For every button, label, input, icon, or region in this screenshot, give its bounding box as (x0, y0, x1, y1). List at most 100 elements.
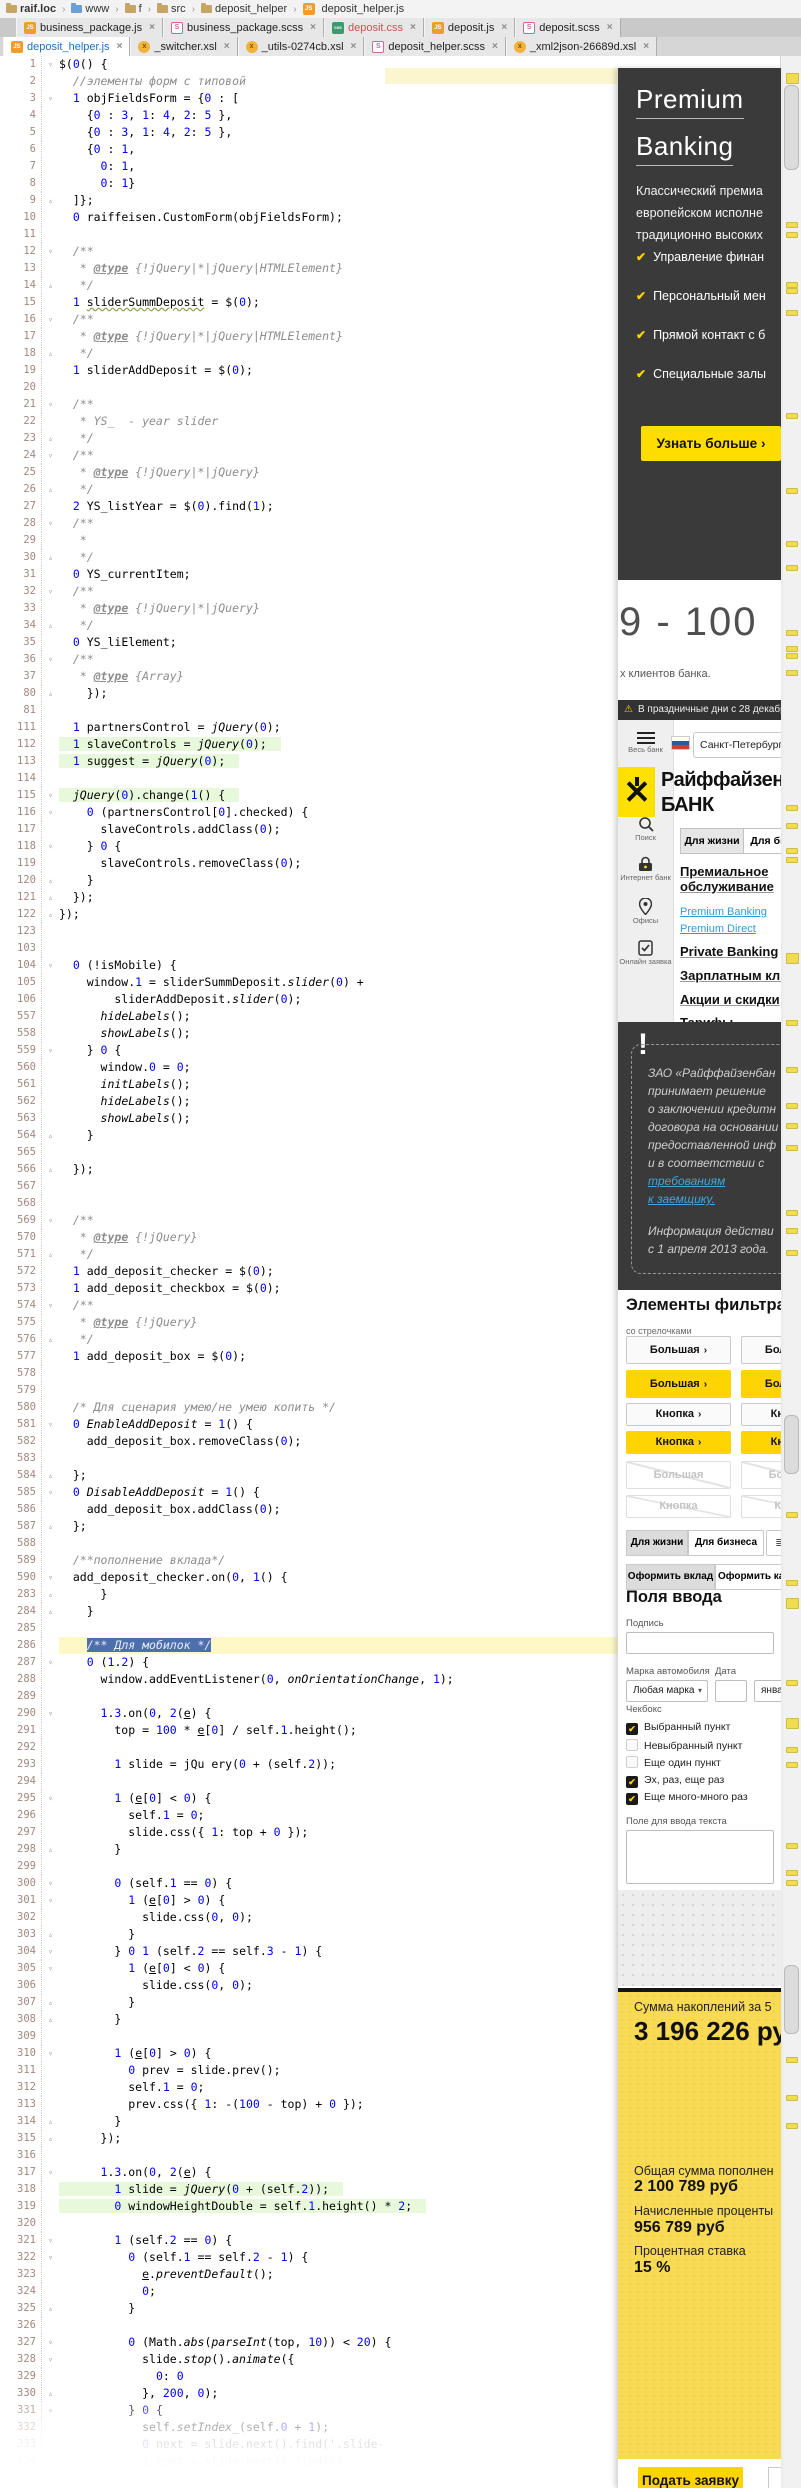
filter-button-Большая[interactable]: Большая› (626, 1370, 731, 1398)
nav-item-Premium Banking[interactable]: Premium Banking (680, 906, 767, 918)
fold-marker-icon[interactable]: ▿ (41, 1654, 59, 1671)
fold-marker-icon[interactable]: ▵ (41, 1841, 59, 1858)
fold-marker-icon[interactable] (41, 1025, 59, 1042)
fold-marker-icon[interactable] (41, 1178, 59, 1195)
audience-tab-Для жизни[interactable]: Для жизни (680, 828, 744, 854)
fold-marker-icon[interactable]: ▵ (41, 1994, 59, 2011)
close-icon[interactable]: × (492, 41, 498, 52)
fold-marker-icon[interactable] (41, 464, 59, 481)
fold-marker-icon[interactable] (41, 923, 59, 940)
fold-marker-icon[interactable] (41, 1195, 59, 1212)
fold-marker-icon[interactable] (41, 2317, 59, 2334)
submit-application-button[interactable]: Подать заявку (638, 2467, 743, 2488)
rail-item-lock[interactable]: Интернет банк (618, 856, 673, 883)
fold-marker-icon[interactable] (41, 2436, 59, 2453)
fold-marker-icon[interactable] (41, 753, 59, 770)
fold-marker-icon[interactable]: ▿ (41, 1875, 59, 1892)
fold-marker-icon[interactable] (41, 702, 59, 719)
list-view-button[interactable]: ≣ (766, 1530, 781, 1556)
filter-button-Кнопка-col2[interactable]: Кнопка› (741, 1431, 781, 1454)
fold-marker-icon[interactable] (41, 1773, 59, 1790)
action-tab-Оформить карту[interactable]: Оформить карту (715, 1564, 781, 1590)
audience-tab-Для бизнеса[interactable]: Для бизнеса (743, 828, 781, 854)
fold-marker-icon[interactable] (41, 2028, 59, 2045)
fold-marker-icon[interactable] (41, 158, 59, 175)
fold-marker-icon[interactable]: ▵ (41, 685, 59, 702)
warning-marker[interactable] (786, 670, 798, 676)
warning-marker[interactable] (786, 73, 799, 84)
filter-button-Кнопка[interactable]: Кнопка› (626, 1403, 731, 1426)
fold-marker-icon[interactable] (41, 1620, 59, 1637)
rail-item-pin[interactable]: Офисы (618, 898, 673, 926)
warning-marker[interactable] (786, 646, 798, 652)
fold-marker-icon[interactable] (41, 1076, 59, 1093)
fold-marker-icon[interactable] (41, 294, 59, 311)
text-input-area[interactable] (626, 1830, 774, 1884)
close-icon[interactable]: × (351, 41, 357, 52)
fold-marker-icon[interactable] (41, 1807, 59, 1824)
editor-tab-business_package.scss[interactable]: Sbusiness_package.scss× (163, 18, 324, 37)
warning-marker[interactable] (786, 1843, 798, 1849)
checked-checkbox-icon[interactable]: ✔ (626, 1776, 638, 1788)
fold-marker-icon[interactable] (41, 2198, 59, 2215)
fold-marker-icon[interactable]: ▵ (41, 481, 59, 498)
fold-marker-icon[interactable]: ▵ (41, 2113, 59, 2130)
fold-marker-icon[interactable]: ▿ (41, 651, 59, 668)
fold-marker-icon[interactable] (41, 1229, 59, 1246)
life-business-tab-Для жизни[interactable]: Для жизни (626, 1530, 688, 1556)
fold-marker-icon[interactable] (41, 141, 59, 158)
fold-marker-icon[interactable] (41, 1348, 59, 1365)
checkbox-item-Еще один пункт[interactable]: Еще один пункт (626, 1756, 721, 1770)
fold-marker-icon[interactable] (41, 2181, 59, 2198)
borrower-requirements-link[interactable]: к заемщику. (648, 1192, 715, 1206)
fold-marker-icon[interactable] (41, 1450, 59, 1467)
warning-marker[interactable] (786, 1145, 798, 1151)
fold-marker-icon[interactable] (41, 107, 59, 124)
warning-marker[interactable] (786, 823, 798, 829)
unchecked-checkbox-icon[interactable] (626, 1756, 638, 1768)
warning-marker[interactable] (786, 2123, 798, 2129)
fold-marker-icon[interactable]: ▵ (41, 1518, 59, 1535)
fold-marker-icon[interactable]: ▿ (41, 787, 59, 804)
fold-marker-icon[interactable]: ▿ (41, 56, 59, 73)
warning-marker[interactable] (786, 488, 798, 494)
breadcrumb-item-deposit_helper.js[interactable]: JSdeposit_helper.js (303, 3, 405, 15)
checkbox-item-Еще много-много раз[interactable]: ✔Еще много-много раз (626, 1791, 748, 1805)
editor-tab-_switcher.xsl[interactable]: x_switcher.xsl× (130, 37, 237, 56)
fold-marker-icon[interactable]: ▿ (41, 583, 59, 600)
fold-marker-icon[interactable]: ▿ (41, 1212, 59, 1229)
fold-marker-icon[interactable] (41, 1008, 59, 1025)
fold-marker-icon[interactable]: ▵ (41, 872, 59, 889)
filter-button-Кнопка-col2[interactable]: Кнопка› (741, 1403, 781, 1426)
unchecked-checkbox-icon[interactable] (626, 1739, 638, 1751)
warning-marker[interactable] (786, 1123, 798, 1129)
fold-marker-icon[interactable] (41, 668, 59, 685)
fold-marker-icon[interactable] (41, 379, 59, 396)
fold-marker-icon[interactable]: ▵ (41, 192, 59, 209)
fold-marker-icon[interactable]: ▵ (41, 1926, 59, 1943)
fold-marker-icon[interactable] (41, 260, 59, 277)
close-icon[interactable]: × (149, 22, 155, 33)
warning-marker[interactable] (786, 310, 798, 316)
fold-marker-icon[interactable] (41, 600, 59, 617)
editor-tab-deposit.scss[interactable]: Sdeposit.scss× (515, 18, 620, 37)
fold-marker-icon[interactable] (41, 1722, 59, 1739)
fold-marker-icon[interactable]: ▿ (41, 515, 59, 532)
fold-marker-icon[interactable] (41, 1535, 59, 1552)
fold-marker-icon[interactable]: ▿ (41, 957, 59, 974)
fold-marker-icon[interactable]: ▿ (41, 90, 59, 107)
fold-marker-icon[interactable] (41, 209, 59, 226)
fold-marker-icon[interactable]: ▵ (41, 1161, 59, 1178)
warning-marker[interactable] (786, 1103, 798, 1109)
fold-marker-icon[interactable]: ▵ (41, 277, 59, 294)
fold-marker-icon[interactable]: ▿ (41, 2334, 59, 2351)
fold-marker-icon[interactable] (41, 1858, 59, 1875)
city-selector[interactable]: Санкт-Петербург ▾ (693, 732, 781, 758)
life-business-tab-Для бизнеса[interactable]: Для бизнеса (688, 1530, 764, 1556)
fold-marker-icon[interactable] (41, 1637, 59, 1654)
rail-item-search[interactable]: Поиск (618, 816, 673, 843)
fold-marker-icon[interactable]: ▿ (41, 447, 59, 464)
fold-marker-icon[interactable]: ▵ (41, 1331, 59, 1348)
close-icon[interactable]: × (501, 22, 507, 33)
fold-marker-icon[interactable] (41, 821, 59, 838)
